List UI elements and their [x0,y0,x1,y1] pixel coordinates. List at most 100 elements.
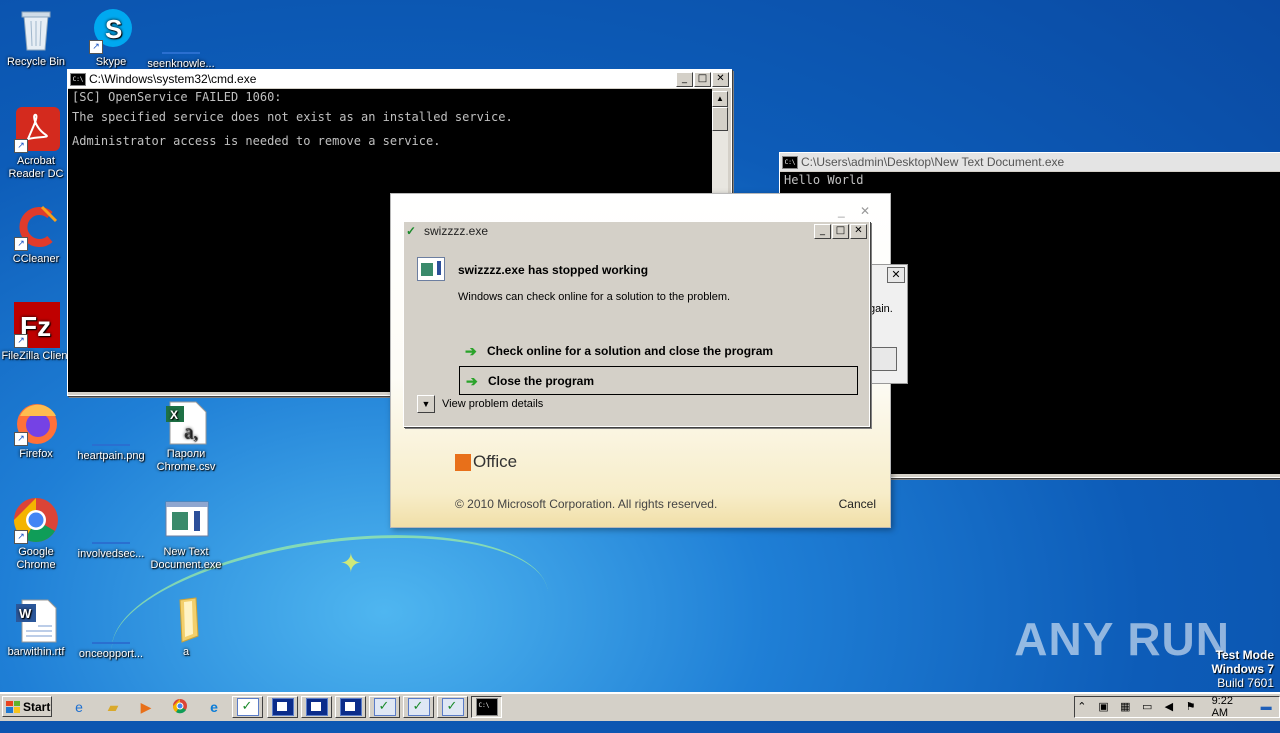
desktop-icon-ccleaner[interactable]: ↗ CCleaner [0,203,74,266]
svg-text:X: X [170,408,178,422]
desktop-icon-filezilla[interactable]: Fz ↗ FileZilla Client [0,300,74,363]
exe-window-icon [162,496,210,544]
desktop-icon-recycle-bin[interactable]: Recycle Bin [0,6,74,69]
desktop-icon-label: onceopport... [78,648,144,660]
window-title: C:\Windows\system32\cmd.exe [89,72,257,86]
action-center-icon[interactable]: ▣ [1097,701,1111,713]
app-check-icon: ✓ [406,224,417,238]
taskbar-item-swizzzz[interactable] [403,696,434,718]
desktop-icon-new-text-document-exe[interactable]: New Text Document.exe [148,496,224,572]
splash-window-controls[interactable]: _ ✕ [838,204,876,218]
desktop-icon-label: FileZilla Client [1,350,71,362]
blank-file-icon [157,8,205,56]
check-app-icon [407,698,430,716]
desktop-icon-label: Пароли Chrome.csv [156,448,216,473]
taskbar-item-app[interactable] [301,696,332,718]
program-window-icon [236,698,259,716]
os-name-line: Windows 7 [1211,662,1274,676]
filezilla-icon: Fz ↗ [12,300,60,348]
close-button[interactable]: ✕ [850,223,867,239]
desktop-icon-label: Recycle Bin [6,56,66,68]
cmd-main-titlebar[interactable]: C:\ C:\Windows\system32\cmd.exe _ □ ✕ [68,70,731,88]
start-label: Start [23,699,51,714]
chevron-down-icon[interactable]: ▼ [417,395,435,413]
taskbar-item-swizzzz[interactable] [437,696,468,718]
explorer-folder-icon[interactable]: ▰ [104,698,122,716]
taskbar-item-swizzzz[interactable] [369,696,400,718]
maximize-button[interactable]: □ [832,223,849,239]
ie-icon[interactable]: e [70,698,88,716]
cancel-button[interactable]: Cancel [839,497,876,511]
taskbar-item-app[interactable] [335,696,366,718]
shortcut-arrow-icon: ↗ [14,432,28,446]
check-online-button[interactable]: ➔ Check online for a solution and close … [459,337,858,364]
console-line: [SC] OpenService FAILED 1060: [72,90,282,104]
shortcut-arrow-icon: ↗ [89,40,103,54]
cmd2-titlebar[interactable]: C:\ C:\Users\admin\Desktop\New Text Docu… [780,153,1280,171]
svg-text:a,: a, [184,421,198,443]
desktop-icon-label: Firefox [19,448,53,460]
build-line: Build 7601 [1217,676,1274,690]
shortcut-arrow-icon: ↗ [14,334,28,348]
flag-icon[interactable]: ⚑ [1184,701,1198,713]
svg-text:W: W [19,606,32,621]
shortcut-arrow-icon: ↗ [14,530,28,544]
desktop-icon-folder-a[interactable]: a [148,596,224,659]
error-dialog-titlebar[interactable]: ✓ swizzzz.exe _ □ ✕ [404,222,869,240]
desktop-icon-skype[interactable]: S ↗ Skype [73,6,149,69]
chrome-icon: ↗ [12,496,60,544]
firefox-icon: ↗ [12,398,60,446]
test-mode-line: Test Mode [1215,648,1274,662]
taskbar-item-cmd[interactable] [471,696,502,718]
network-icon[interactable]: ▦ [1119,701,1133,713]
desktop-icon-chrome[interactable]: ↗ Google Chrome [0,496,74,572]
desktop-icon-onceopport[interactable]: onceopport... [73,596,149,661]
monitor-icon[interactable]: ▭ [1140,701,1154,713]
minimize-button[interactable]: _ [676,71,693,87]
start-button[interactable]: Start [2,696,52,717]
chrome-taskbar-icon[interactable] [171,698,189,716]
dialog-button[interactable] [867,347,897,371]
close-program-label: Close the program [488,373,595,388]
clock[interactable]: 9:22 AM [1212,695,1252,719]
desktop-icon-passwords-csv[interactable]: Xa, Пароли Chrome.csv [148,398,224,474]
background-dialog[interactable]: ✕ gain. [866,264,908,384]
desktop-icon-label: New Text Document.exe [150,546,222,571]
error-dialog[interactable]: ✓ swizzzz.exe _ □ ✕ swizzzz.exe has stop… [403,221,870,427]
system-tray: ⌃ ▣ ▦ ▭ ◀ ⚑ 9:22 AM ▬ [1074,695,1280,719]
error-dialog-body: swizzzz.exe has stopped working Windows … [405,241,868,425]
check-online-label: Check online for a solution and close th… [487,343,774,358]
show-hidden-icons-icon[interactable]: ⌃ [1075,701,1089,713]
minimize-button[interactable]: _ [814,223,831,239]
dialog-partial-text: gain. [869,303,893,315]
scroll-thumb[interactable] [712,107,728,131]
view-details-toggle[interactable]: ▼ View problem details [417,395,543,413]
volume-icon[interactable]: ◀ [1162,701,1176,713]
console-line: Hello World [784,173,864,187]
desktop-icon-barwithin-rtf[interactable]: W barwithin.rtf [0,596,74,659]
desktop-icon-heartpain[interactable]: heartpain.png [73,398,149,463]
maximize-button[interactable]: □ [694,71,711,87]
desktop-icon-label: involvedsec... [77,548,145,560]
green-arrow-icon: ➔ [465,342,477,359]
desktop-icon-seenknowle[interactable]: seenknowle... [143,6,219,71]
desktop-icon-acrobat[interactable]: ↗ Acrobat Reader DC [0,105,74,181]
scroll-up-button[interactable]: ▲ [712,91,728,107]
close-program-button[interactable]: ➔ Close the program [459,366,858,395]
close-button[interactable]: ✕ [712,71,729,87]
recycle-bin-icon [12,6,60,54]
desktop-icon-firefox[interactable]: ↗ Firefox [0,398,74,461]
error-heading: swizzzz.exe has stopped working [458,263,649,277]
green-arrow-icon: ➔ [466,372,478,389]
edge-icon[interactable]: e [205,698,223,716]
taskbar-item-new-text-document[interactable] [232,696,263,718]
copyright-text: © 2010 Microsoft Corporation. All rights… [455,497,718,511]
show-desktop-icon[interactable]: ▬ [1259,701,1273,713]
program-icon [417,257,445,281]
word-document-icon: W [12,596,60,644]
media-player-icon[interactable]: ▶ [137,698,155,716]
cmd-icon [475,698,498,716]
close-icon[interactable]: ✕ [887,267,905,283]
desktop-icon-involvedsec[interactable]: involvedsec... [73,496,149,561]
taskbar-item-app[interactable] [267,696,298,718]
